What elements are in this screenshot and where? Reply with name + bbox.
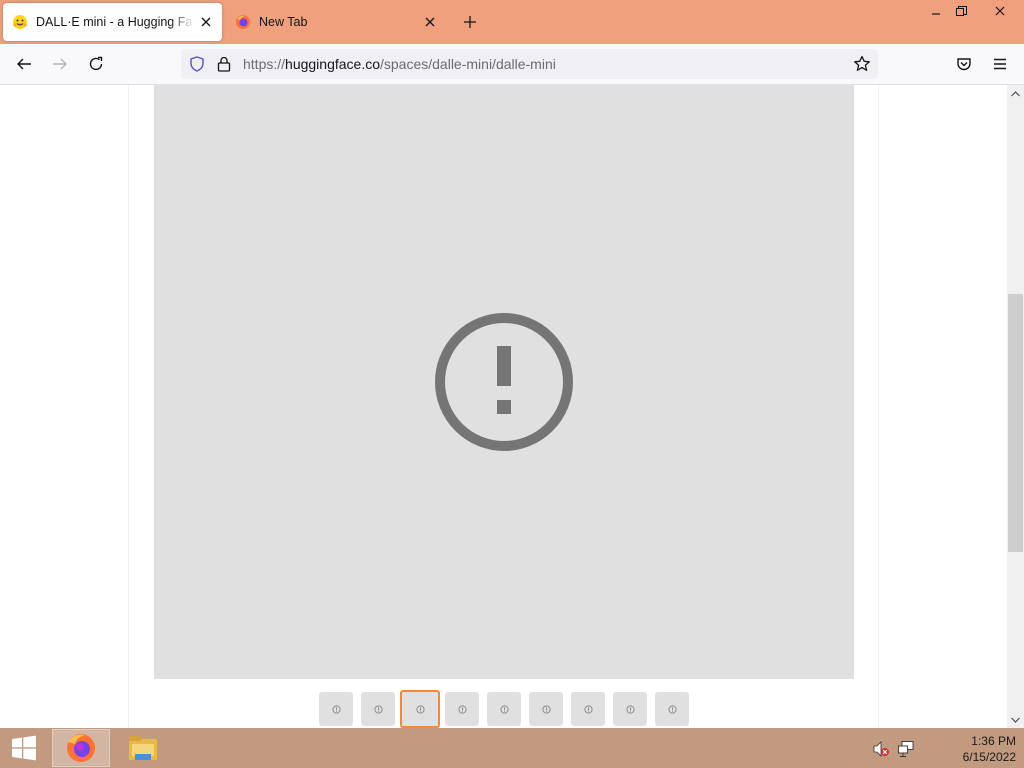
restore-icon [956, 5, 967, 16]
hamburger-menu-icon [994, 58, 1006, 70]
tab-dalle-mini[interactable]: DALL·E mini - a Hugging Face Space by da… [3, 3, 222, 41]
url-bar[interactable]: https://huggingface.co/spaces/dalle-mini… [181, 49, 878, 79]
new-tab-button[interactable] [456, 8, 484, 36]
close-tab-icon[interactable] [418, 10, 442, 34]
gallery-thumbnail[interactable] [529, 692, 563, 726]
volume-muted-icon[interactable] [872, 740, 890, 758]
error-icon [331, 704, 341, 714]
reload-icon [89, 56, 103, 71]
error-icon [541, 704, 551, 714]
windows-logo-icon [12, 735, 36, 761]
gallery-thumbnail[interactable] [400, 690, 440, 728]
gallery-thumbnail[interactable] [361, 692, 395, 726]
taskbar-file-explorer[interactable] [114, 729, 172, 767]
scroll-up-arrow-icon[interactable] [1007, 85, 1024, 102]
start-button[interactable] [0, 728, 48, 768]
error-icon [499, 704, 509, 714]
taskbar-firefox[interactable] [52, 729, 110, 767]
gallery-thumbnail[interactable] [445, 692, 479, 726]
firefox-icon [67, 734, 95, 762]
lock-icon[interactable] [217, 56, 231, 77]
file-explorer-icon [129, 736, 157, 760]
error-icon [457, 704, 467, 714]
error-icon [373, 704, 383, 714]
page-content [0, 85, 1007, 728]
hugging-face-icon [12, 14, 28, 30]
error-icon [583, 704, 593, 714]
navigation-bar: https://huggingface.co/spaces/dalle-mini… [0, 44, 1024, 85]
gallery-thumbnail[interactable] [487, 692, 521, 726]
gallery-thumbnail[interactable] [613, 692, 647, 726]
network-icon[interactable] [897, 740, 915, 758]
arrow-left-icon [17, 58, 31, 70]
error-icon [435, 313, 573, 451]
clock-date: 6/15/2022 [962, 750, 1016, 764]
error-icon [625, 704, 635, 714]
tab-strip: DALL·E mini - a Hugging Face Space by da… [0, 0, 1024, 44]
close-icon [995, 6, 1004, 16]
reload-button[interactable] [82, 50, 110, 78]
system-clock[interactable]: 1:36 PM 6/15/2022 [944, 733, 1016, 765]
forward-button[interactable] [46, 50, 74, 78]
back-button[interactable] [10, 50, 38, 78]
arrow-right-icon [53, 58, 67, 70]
menu-button[interactable] [986, 50, 1014, 78]
pocket-icon [957, 58, 971, 71]
clock-time: 1:36 PM [971, 734, 1016, 748]
restore-button[interactable] [946, 0, 977, 22]
firefox-icon [235, 14, 251, 30]
minimize-icon [931, 13, 940, 15]
gallery-thumbnail[interactable] [655, 692, 689, 726]
close-tab-icon[interactable] [194, 10, 218, 34]
pocket-button[interactable] [950, 50, 978, 78]
url-domain: huggingface.co [285, 56, 380, 72]
error-icon [415, 704, 425, 714]
generated-image-placeholder[interactable] [154, 85, 854, 679]
scrollbar-thumb[interactable] [1008, 294, 1023, 552]
url-text[interactable]: https://huggingface.co/spaces/dalle-mini… [243, 56, 556, 72]
gallery-thumbnail[interactable] [319, 692, 353, 726]
url-path: /spaces/dalle-mini/dalle-mini [380, 56, 556, 72]
taskbar: 1:36 PM 6/15/2022 [0, 728, 1024, 768]
error-icon [667, 704, 677, 714]
url-scheme: https:// [243, 56, 286, 72]
tab-title: DALL·E mini - a Hugging Face Space by da… [36, 15, 194, 29]
shield-icon[interactable] [189, 56, 205, 77]
bookmark-star-icon[interactable] [853, 55, 871, 78]
scroll-down-arrow-icon[interactable] [1007, 711, 1024, 728]
plus-icon [464, 16, 476, 28]
vertical-scrollbar[interactable] [1007, 85, 1024, 728]
close-window-button[interactable] [984, 0, 1015, 22]
gallery-thumbnail[interactable] [571, 692, 605, 726]
tab-title: New Tab [259, 15, 308, 29]
tab-new-tab[interactable]: New Tab [228, 3, 446, 41]
